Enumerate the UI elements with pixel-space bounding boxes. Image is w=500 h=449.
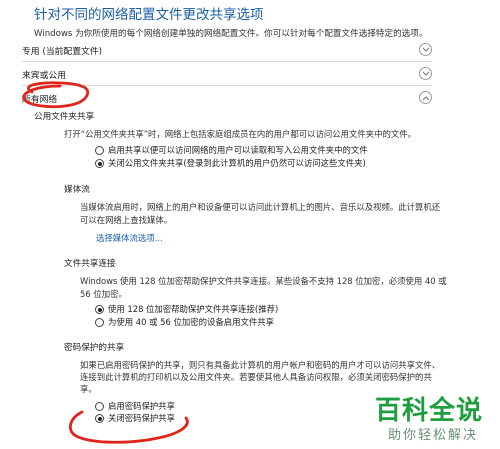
annotation-circle-all-networks <box>22 81 89 109</box>
annotation-overlay <box>22 81 189 444</box>
annotation-circle-disable-password <box>68 410 189 444</box>
watermark-slogan: 助你轻松解决 <box>387 428 478 443</box>
watermark-logo: 百科全说 <box>374 396 483 426</box>
